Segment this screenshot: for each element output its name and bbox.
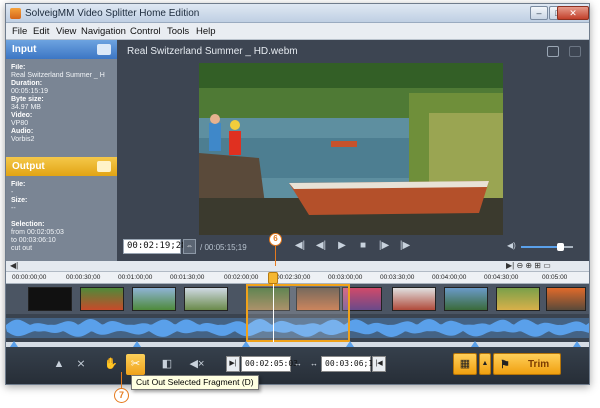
thumbnail xyxy=(496,287,540,311)
thumbnail xyxy=(184,287,228,311)
cut-out-tooltip: Cut Out Selected Fragment (D) xyxy=(131,375,259,390)
output-file-info: File: - Size: -- Selection: from 00:02:05:… xyxy=(11,181,64,252)
tick-label: 00:02:30;00 xyxy=(276,274,311,281)
snapshot-camera-icon[interactable] xyxy=(547,46,559,57)
thumbnail xyxy=(80,287,124,311)
thumbnail xyxy=(546,287,586,311)
end-time-spin[interactable]: ↔ xyxy=(308,356,320,372)
tick-label: 00:01:30;00 xyxy=(170,274,205,281)
trim-button[interactable]: ⚑ Trim xyxy=(493,353,561,375)
start-time-field[interactable]: 00:02:05:03 xyxy=(241,356,298,372)
tick-label: 00:01:00;00 xyxy=(118,274,153,281)
add-marker-icon[interactable]: ▲ xyxy=(50,356,68,372)
menu-bar: File Edit View Navigation Control Tools … xyxy=(6,23,589,40)
input-file-info: File: Real Switzerland Summer _ H Duratio… xyxy=(11,64,105,143)
next-marker-icon[interactable]: |▶ xyxy=(398,239,412,253)
menu-edit[interactable]: Edit xyxy=(33,26,49,37)
total-duration: / 00:05:15;19 xyxy=(200,243,247,252)
set-end-button[interactable]: |◀ xyxy=(372,356,386,372)
tick-label: 00:00:30;00 xyxy=(66,274,101,281)
annotation-marker-7: 7 xyxy=(114,388,129,403)
window-title: SolveigMM Video Splitter Home Edition xyxy=(25,8,200,19)
open-folder-icon[interactable] xyxy=(97,44,111,55)
invert-selection-icon[interactable]: ◧ xyxy=(158,356,176,372)
tick-label: 00:03:30;00 xyxy=(380,274,415,281)
tick-label: 00:05:00 xyxy=(542,274,568,281)
edit-toolbar: ▲ ⨯ ✋ ✂ ◧ ◀× ▶| 00:02:05:03 ↔ ↔ 00:03:06… xyxy=(6,347,589,384)
play-icon[interactable]: ▶ xyxy=(335,239,349,253)
title-bar: SolveigMM Video Splitter Home Edition – … xyxy=(6,4,589,23)
timeline-scrollbar[interactable]: ◀| ▶| ⊖ ⊕ ⊞ ▭ xyxy=(6,261,589,272)
timeline[interactable]: ◀| ▶| ⊖ ⊕ ⊞ ▭ 00:00:00;00 00:00:30;00 00… xyxy=(6,261,589,347)
remove-marker-icon[interactable]: ⨯ xyxy=(72,356,90,372)
start-time-spin[interactable]: ↔ xyxy=(292,356,304,372)
thumbs-up-icon[interactable]: ✋ xyxy=(102,356,120,372)
timeline-zoom-icons[interactable]: ▶| ⊖ ⊕ ⊞ ▭ xyxy=(506,261,551,270)
mode-dropdown-button[interactable]: ▲ xyxy=(479,353,491,375)
info-panel: Input File: Real Switzerland Summer _ H D… xyxy=(6,40,117,261)
tick-label: 00:00:00;00 xyxy=(12,274,47,281)
menu-control[interactable]: Control xyxy=(130,26,161,37)
tick-label: 00:04:30;00 xyxy=(484,274,519,281)
menu-view[interactable]: View xyxy=(56,26,76,37)
step-back-icon[interactable]: ◀| xyxy=(314,239,328,253)
annotation-marker-6: 6 xyxy=(269,233,282,246)
annotation-leader-7 xyxy=(121,372,122,388)
timeline-cursor-handle[interactable] xyxy=(268,272,278,284)
prev-marker-icon[interactable]: ◀| xyxy=(293,239,307,253)
app-window: SolveigMM Video Splitter Home Edition – … xyxy=(5,3,590,385)
volume-fill xyxy=(521,246,560,248)
output-panel-header: Output xyxy=(6,157,117,176)
menu-help[interactable]: Help xyxy=(196,26,216,37)
trim-label: Trim xyxy=(528,359,550,370)
save-disk-icon[interactable] xyxy=(97,161,111,172)
tick-label: 00:03:00;00 xyxy=(328,274,363,281)
set-start-button[interactable]: ▶| xyxy=(226,356,240,372)
tick-label: 00:04:00;00 xyxy=(432,274,467,281)
minimize-button[interactable]: – xyxy=(530,6,548,20)
menu-tools[interactable]: Tools xyxy=(167,26,189,37)
menu-file[interactable]: File xyxy=(12,26,27,37)
volume-slider[interactable]: ◀) xyxy=(507,241,577,252)
thumbnail xyxy=(28,287,72,311)
tick-label: 00:02:00;00 xyxy=(224,274,259,281)
time-ruler[interactable]: 00:00:00;00 00:00:30;00 00:01:00;00 00:0… xyxy=(6,272,589,284)
video-frame[interactable] xyxy=(199,63,503,235)
flag-icon: ⚑ xyxy=(500,359,510,371)
cut-out-fragment-button[interactable]: ✂ xyxy=(126,354,145,375)
stop-icon[interactable]: ■ xyxy=(356,239,370,253)
menu-navigation[interactable]: Navigation xyxy=(81,26,126,37)
annotation-leader-6 xyxy=(275,246,276,266)
speaker-icon: ◀) xyxy=(507,241,516,250)
end-time-field[interactable]: 00:03:06;10 xyxy=(321,356,378,372)
close-button[interactable]: ✕ xyxy=(557,6,589,20)
step-forward-icon[interactable]: |▶ xyxy=(377,239,391,253)
timeline-cursor-line xyxy=(273,284,274,342)
input-panel-title: Input xyxy=(12,44,37,55)
video-filename: Real Switzerland Summer _ HD.webm xyxy=(127,46,298,57)
current-time-field[interactable]: 00:02:19;28 xyxy=(123,239,187,254)
film-mode-button[interactable]: ▦ xyxy=(453,353,477,375)
app-logo-icon xyxy=(10,8,21,19)
thumbnail xyxy=(444,287,488,311)
input-panel-header: Input xyxy=(6,40,117,59)
thumbnail xyxy=(132,287,176,311)
selected-fragment[interactable] xyxy=(246,284,350,342)
timeline-scroll-left-icon[interactable]: ◀| xyxy=(10,261,18,270)
time-spin-button[interactable]: ⇔ xyxy=(183,239,196,254)
video-viewer: Real Switzerland Summer _ HD.webm 00:02:… xyxy=(117,40,589,261)
output-panel-title: Output xyxy=(12,161,45,172)
delete-icon[interactable] xyxy=(569,46,581,57)
video-scene xyxy=(199,63,503,235)
thumbnail xyxy=(392,287,436,311)
mute-icon[interactable]: ◀× xyxy=(188,356,206,372)
volume-knob[interactable] xyxy=(557,243,564,251)
